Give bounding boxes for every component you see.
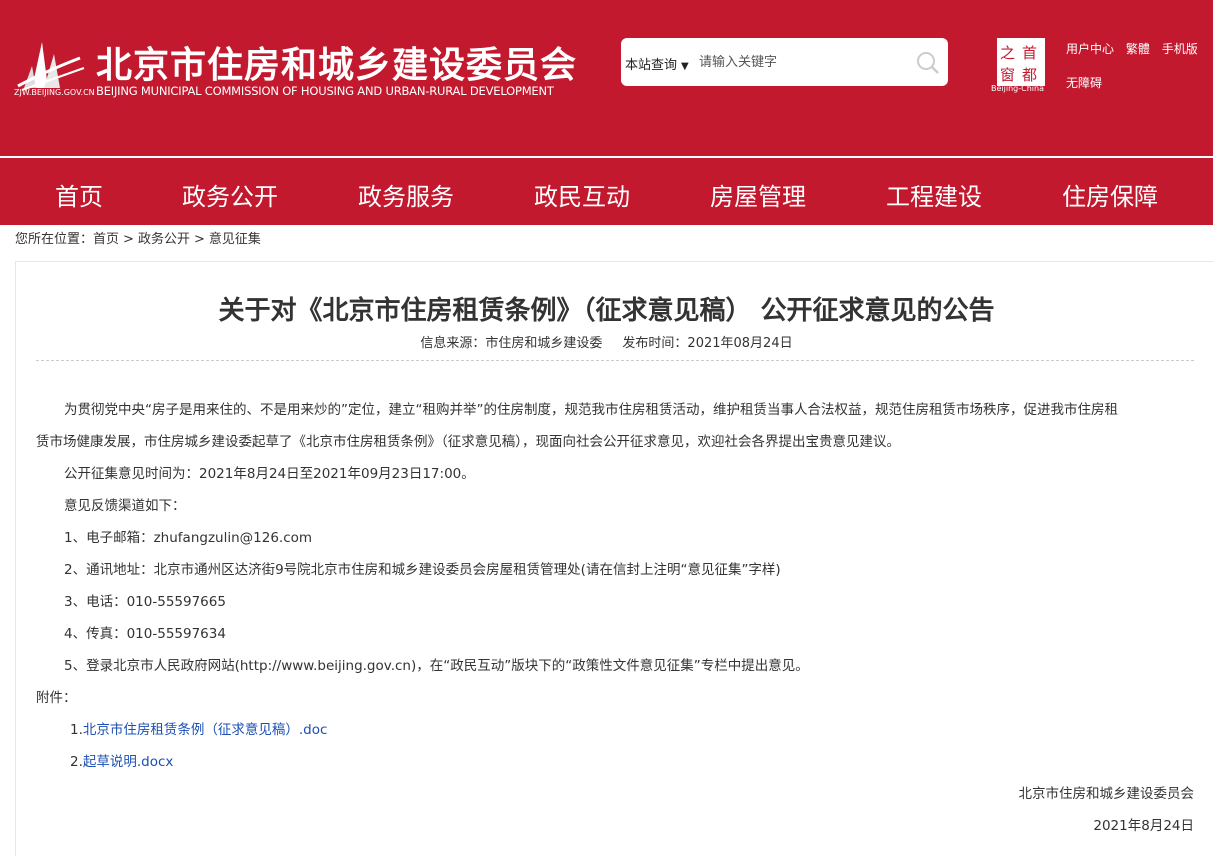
sign-date: 2021年8月24日 <box>1093 818 1194 834</box>
attachments-label: 附件： <box>36 690 77 706</box>
breadcrumb-government-affairs[interactable]: 政务公开 <box>138 232 190 247</box>
attachment-item: 2.起草说明.docx <box>70 746 173 778</box>
nav-item-government-services[interactable]: 政务服务 <box>358 177 454 212</box>
logo-url: ZJW.BEIJING.GOV.CN <box>14 88 95 97</box>
article-date: 发布时间：2021年08月24日 <box>622 336 793 351</box>
capital-logo-char: 都 <box>1022 66 1037 84</box>
attachment-item: 1.北京市住房租赁条例（征求意见稿）.doc <box>70 714 327 746</box>
attachment-link-regulation-draft[interactable]: 北京市住房租赁条例（征求意见稿）.doc <box>83 722 328 738</box>
title-divider <box>36 360 1194 361</box>
top-links: 用户中心 繁體 手机版 <box>1066 40 1206 57</box>
nav-item-housing-security[interactable]: 住房保障 <box>1062 177 1158 212</box>
breadcrumb-solicitation[interactable]: 意见征集 <box>209 232 261 247</box>
attachment-number: 1. <box>70 722 83 738</box>
article-title: 关于对《北京市住房租赁条例》（征求意见稿） 公开征求意见的公告 <box>218 296 995 326</box>
nav-item-construction[interactable]: 工程建设 <box>886 177 982 212</box>
channel-email: 1、电子邮箱：zhufangzulin@126.com <box>64 530 313 546</box>
accessibility-link[interactable]: 无障碍 <box>1066 74 1102 91</box>
intro-paragraph-line: 赁市场健康发展，市住房城乡建设委起草了《北京市住房租赁条例》（征求意见稿），现面… <box>36 434 900 450</box>
nav-item-government-affairs[interactable]: 政务公开 <box>182 177 278 212</box>
breadcrumb-separator: > <box>193 232 205 247</box>
caret-down-icon: ▼ <box>681 61 689 72</box>
nav-item-home[interactable]: 首页 <box>55 177 103 212</box>
breadcrumb-home[interactable]: 首页 <box>93 232 119 247</box>
site-header: ZJW.BEIJING.GOV.CN 北京市住房和城乡建设委员会 BEIJING… <box>0 0 1213 156</box>
capital-logo-tag: Beijing-China <box>991 84 1044 93</box>
channels-label: 意见反馈渠道如下： <box>64 498 186 514</box>
solicitation-period: 公开征集意见时间为：2021年8月24日至2021年09月23日17:00。 <box>64 466 475 482</box>
user-center-link[interactable]: 用户中心 <box>1066 42 1114 56</box>
channel-fax: 4、传真：010-55597634 <box>64 626 226 642</box>
capital-logo-char: 首 <box>1022 44 1037 62</box>
search-scope-select[interactable]: 本站查询 ▼ <box>625 54 689 73</box>
signature: 北京市住房和城乡建设委员会 <box>1018 786 1195 802</box>
article-source: 信息来源：市住房和城乡建设委 <box>420 336 603 351</box>
article-meta: 信息来源：市住房和城乡建设委 发布时间：2021年08月24日 <box>0 332 1213 351</box>
mobile-version-link[interactable]: 手机版 <box>1162 42 1198 56</box>
search-input[interactable] <box>699 50 909 74</box>
capital-logo-char: 之 <box>1000 44 1015 62</box>
site-title[interactable]: 北京市住房和城乡建设委员会 <box>96 36 577 88</box>
traditional-chinese-link[interactable]: 繁體 <box>1126 42 1150 56</box>
breadcrumb: 您所在位置：首页 > 政务公开 > 意见征集 <box>15 228 261 247</box>
intro-paragraph-line: 为贯彻党中央“房子是用来住的、不是用来炒的”定位，建立“租购并举”的住房制度，规… <box>64 402 1118 418</box>
channel-phone: 3、电话：010-55597665 <box>64 594 226 610</box>
nav-item-housing-management[interactable]: 房屋管理 <box>710 177 806 212</box>
search-icon[interactable] <box>915 50 941 76</box>
search-box: 本站查询 ▼ <box>621 38 948 86</box>
channel-website: 5、登录北京市人民政府网站(http://www.beijing.gov.cn)… <box>64 658 809 674</box>
nav-item-interaction[interactable]: 政民互动 <box>534 177 630 212</box>
main-nav: 首页 政务公开 政务服务 政民互动 房屋管理 工程建设 住房保障 <box>0 158 1213 225</box>
attachment-link-drafting-notes[interactable]: 起草说明.docx <box>83 754 174 770</box>
attachment-number: 2. <box>70 754 83 770</box>
channel-address: 2、通讯地址：北京市通州区达济街9号院北京市住房和城乡建设委员会房屋租赁管理处(… <box>64 562 781 578</box>
capital-logo-char: 窗 <box>1000 66 1015 84</box>
breadcrumb-separator: > <box>123 232 134 247</box>
site-subtitle: BEIJING MUNICIPAL COMMISSION OF HOUSING … <box>96 84 554 98</box>
breadcrumb-prefix: 您所在位置： <box>15 232 94 247</box>
